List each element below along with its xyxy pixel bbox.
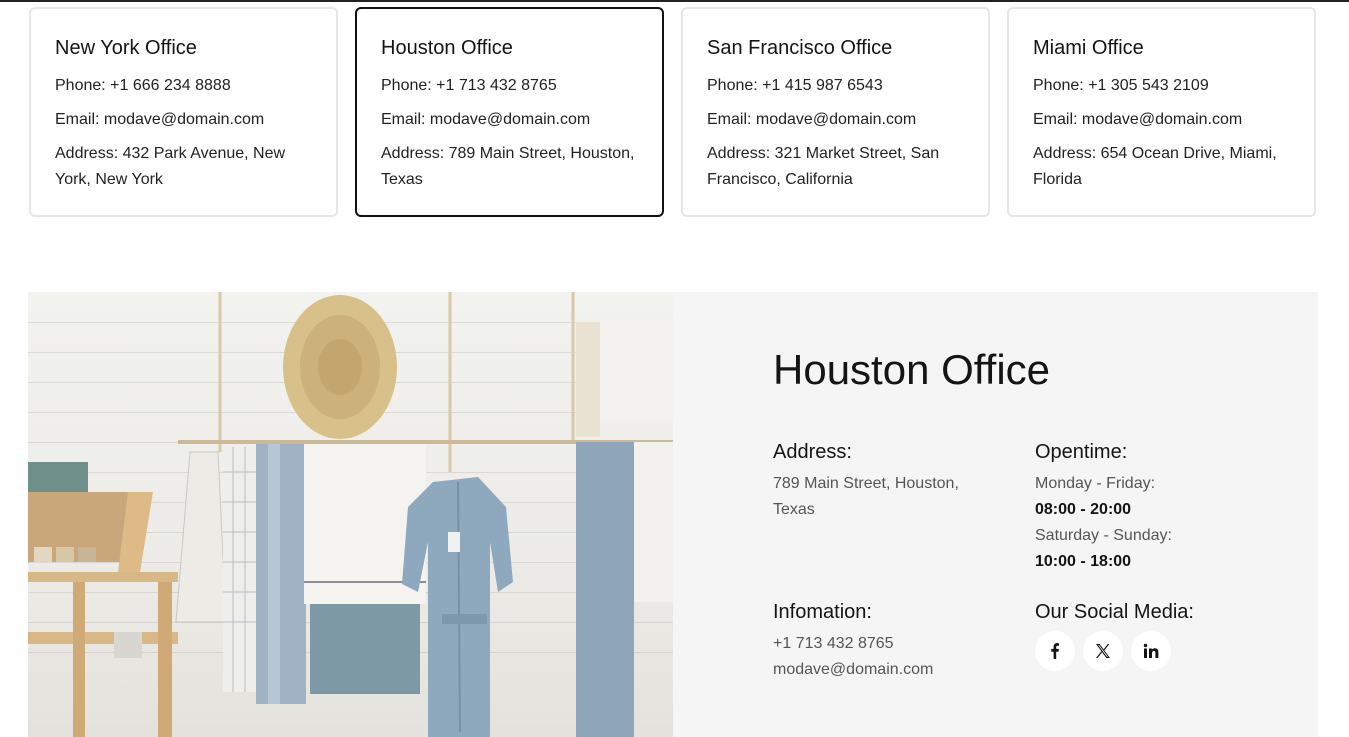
address-text: 789 Main Street, Houston, Texas — [773, 475, 959, 518]
office-card-title: Miami Office — [1033, 37, 1144, 59]
office-card-houston[interactable]: Houston Office Phone: +1 713 432 8765 Em… — [355, 7, 664, 217]
office-card-title: San Francisco Office — [707, 37, 893, 59]
office-card-phone: Phone: +1 666 234 8888 — [55, 77, 231, 94]
linkedin-button[interactable] — [1131, 631, 1171, 671]
top-divider — [0, 0, 1349, 2]
weekday-label: Monday - Friday: — [1035, 475, 1156, 492]
opentime-heading: Opentime: — [1035, 441, 1128, 463]
office-card-address: Address: 654 Ocean Drive, Miami, Florida — [1033, 145, 1277, 188]
facebook-button[interactable] — [1035, 631, 1075, 671]
weekday-hours: 08:00 - 20:00 — [1035, 501, 1132, 518]
linkedin-icon — [1143, 643, 1159, 658]
store-photo — [28, 292, 673, 737]
office-card-email: Email: modave@domain.com — [381, 111, 591, 128]
info-email[interactable]: modave@domain.com — [773, 657, 1003, 683]
office-card-title: Houston Office — [381, 37, 513, 59]
information-block: Infomation: +1 713 432 8765 modave@domai… — [773, 599, 1003, 683]
office-card-phone: Phone: +1 713 432 8765 — [381, 77, 557, 94]
office-card-address: Address: 321 Market Street, San Francisc… — [707, 145, 940, 188]
office-card-phone: Phone: +1 415 987 6543 — [707, 77, 883, 94]
social-heading: Our Social Media: — [1035, 601, 1194, 623]
office-card-email: Email: modave@domain.com — [1033, 111, 1243, 128]
photo-illustration — [28, 292, 673, 737]
social-block: Our Social Media: — [1035, 599, 1265, 671]
facebook-icon — [1051, 643, 1059, 659]
office-detail-section: Houston Office Address: 789 Main Street,… — [28, 292, 1318, 737]
office-card-address: Address: 789 Main Street, Houston, Texas — [381, 145, 635, 188]
x-button[interactable] — [1083, 631, 1123, 671]
address-heading: Address: — [773, 441, 852, 463]
office-info-panel: Houston Office Address: 789 Main Street,… — [673, 292, 1318, 737]
office-card-title: New York Office — [55, 37, 197, 59]
address-block: Address: 789 Main Street, Houston, Texas — [773, 439, 1003, 523]
office-card-email: Email: modave@domain.com — [55, 111, 265, 128]
office-card-miami[interactable]: Miami Office Phone: +1 305 543 2109 Emai… — [1007, 7, 1316, 217]
weekend-label: Saturday - Sunday: — [1035, 527, 1172, 544]
detail-title: Houston Office — [773, 346, 1051, 393]
opentime-block: Opentime: Monday - Friday: 08:00 - 20:00… — [1035, 439, 1265, 575]
office-card-email: Email: modave@domain.com — [707, 111, 917, 128]
office-card-san-francisco[interactable]: San Francisco Office Phone: +1 415 987 6… — [681, 7, 990, 217]
social-links — [1035, 631, 1265, 671]
office-card-address: Address: 432 Park Avenue, New York, New … — [55, 145, 286, 188]
office-card-phone: Phone: +1 305 543 2109 — [1033, 77, 1209, 94]
information-heading: Infomation: — [773, 601, 872, 623]
x-icon — [1096, 644, 1110, 658]
weekend-hours: 10:00 - 18:00 — [1035, 553, 1132, 570]
info-phone[interactable]: +1 713 432 8765 — [773, 631, 1003, 657]
office-card-new-york[interactable]: New York Office Phone: +1 666 234 8888 E… — [29, 7, 338, 217]
